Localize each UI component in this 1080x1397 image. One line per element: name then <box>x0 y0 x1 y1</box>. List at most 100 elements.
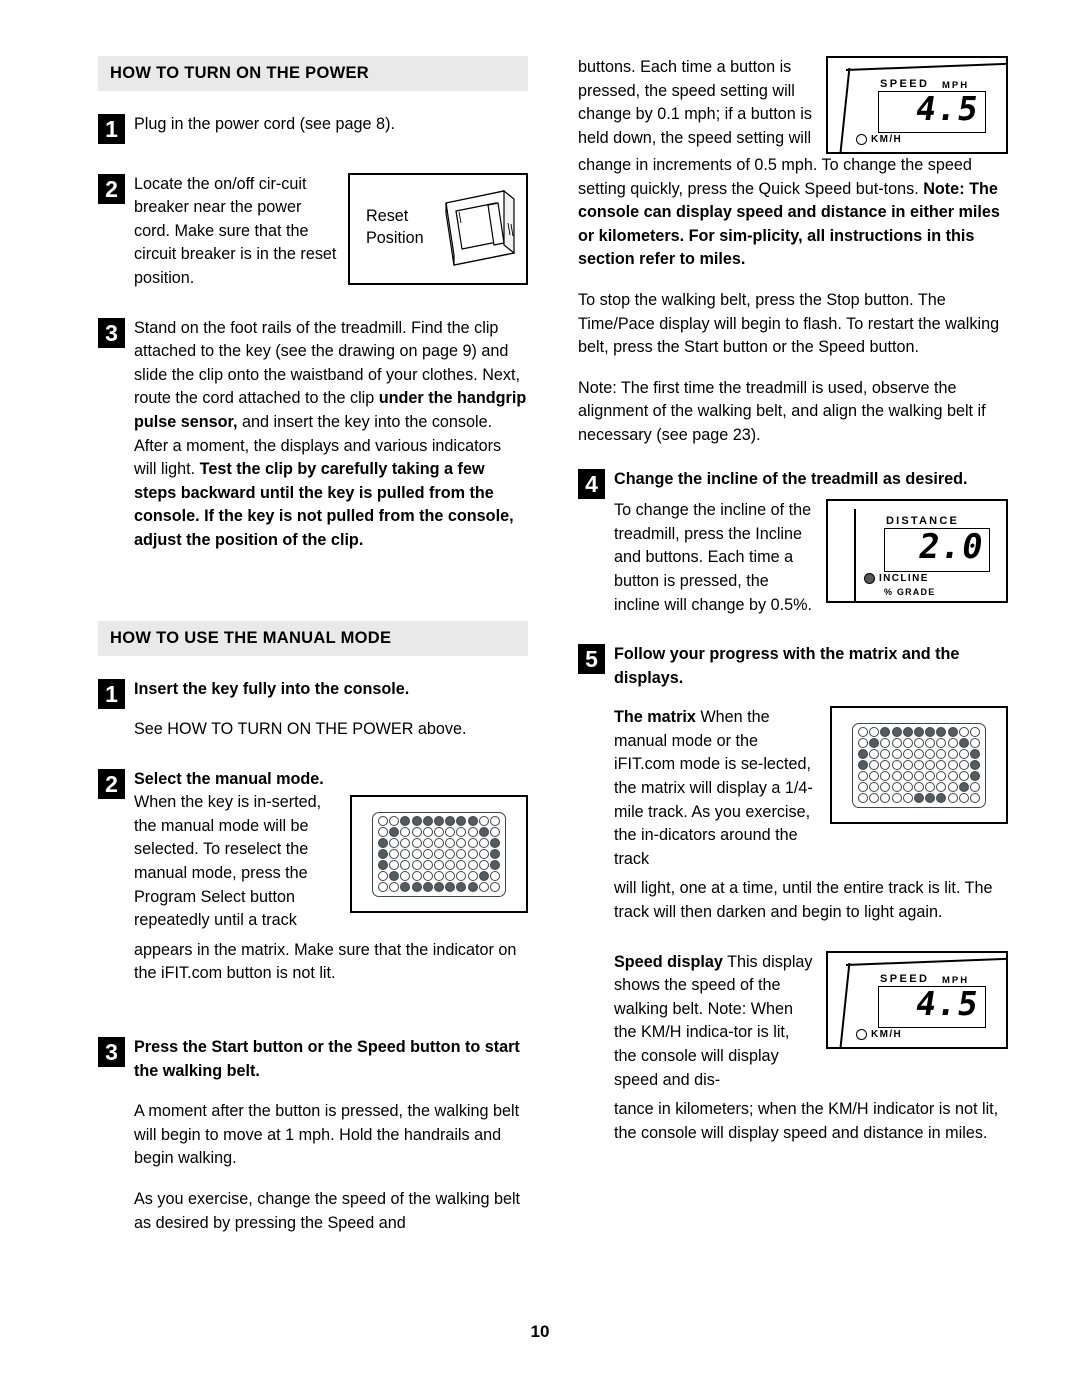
matrix-dot-lit <box>925 727 936 738</box>
matrix-dot-lit <box>378 838 389 849</box>
matrix-dot-off <box>489 871 500 882</box>
matrix-dot-off <box>936 771 947 782</box>
matrix-dot-lit <box>456 816 467 827</box>
matrix-dot-lit <box>411 882 422 893</box>
matrix-dot-lit <box>858 749 869 760</box>
panel-edge <box>839 962 851 1047</box>
matrix-dot-lit <box>914 793 924 804</box>
matrix-dot-off <box>880 793 891 804</box>
speed-lcd-window: 4.5 <box>878 89 986 133</box>
matrix-description-rest: will light, one at a time, until the ent… <box>614 879 993 922</box>
matrix-dot-lit <box>958 782 969 793</box>
matrix-dot-lit <box>969 749 980 760</box>
matrix-dot-off <box>947 782 958 793</box>
matrix-dot-off <box>467 838 478 849</box>
step-number-badge: 3 <box>98 317 125 348</box>
kmh-indicator-row: KM/H <box>856 1028 903 1040</box>
speed-display-figure-bottom: SPEED MPH 4.5 KM/H <box>826 950 1008 1049</box>
step-manual-4-title: Change the incline of the treadmill as d… <box>614 469 968 488</box>
matrix-dot-lit <box>456 882 467 893</box>
distance-lcd-window: 2.0 <box>884 527 990 573</box>
matrix-dot-off <box>456 871 467 882</box>
matrix-dot-off <box>478 816 489 827</box>
matrix-dot-off <box>914 782 924 793</box>
step-number-badge: 3 <box>98 1037 125 1068</box>
matrix-row <box>857 727 980 738</box>
matrix-dot-lit <box>489 849 500 860</box>
incline-label: INCLINE <box>879 573 929 585</box>
matrix-dot-lit <box>891 727 902 738</box>
matrix-dot-lit <box>400 816 411 827</box>
matrix-figure-full <box>350 795 528 914</box>
continued-top-block: SPEED MPH 4.5 KM/H buttons. Each time a … <box>578 56 1008 154</box>
matrix-dot-off <box>445 871 456 882</box>
matrix-dot-off <box>858 771 869 782</box>
matrix-dot-off <box>947 738 958 749</box>
matrix-dot-off <box>902 760 913 771</box>
matrix-row <box>377 816 500 827</box>
step-power-3-text: Stand on the foot rails of the treadmill… <box>134 317 528 553</box>
speed-lcd-window: 4.5 <box>878 984 986 1028</box>
step-manual-3: 3 Press the Start button or the Speed bu… <box>98 1036 528 1235</box>
matrix-dot-lit <box>958 738 969 749</box>
step-manual-5-title: Follow your progress with the matrix and… <box>614 645 960 687</box>
matrix-dot-lit <box>434 882 444 893</box>
speed-description-rest-block: tance in kilometers; when the KM/H indic… <box>578 1098 1008 1145</box>
matrix-dot-off <box>958 749 969 760</box>
speed-value: 4.5 <box>913 89 983 128</box>
step-manual-1-title: Insert the key fully into the console. <box>134 679 410 698</box>
matrix-wrap-text: When the manual mode or the iFIT.com mod… <box>614 708 813 868</box>
matrix-dot-off <box>411 871 422 882</box>
matrix-dot-off <box>456 838 467 849</box>
matrix-dot-off <box>456 860 467 871</box>
matrix-dot-off <box>411 838 422 849</box>
right-column: SPEED MPH 4.5 KM/H buttons. Each time a … <box>578 56 1008 1151</box>
matrix-dot-off <box>947 793 958 804</box>
matrix-dot-off <box>422 871 433 882</box>
matrix-dot-off <box>434 871 444 882</box>
matrix-dot-lit <box>936 727 947 738</box>
matrix-dot-off <box>902 782 913 793</box>
matrix-dot-lit <box>858 760 869 771</box>
stop-belt-paragraph: To stop the walking belt, press the Stop… <box>578 290 1000 357</box>
matrix-dot-off <box>389 849 400 860</box>
matrix-bold-lead: The matrix <box>614 708 696 727</box>
matrix-dot-off <box>378 827 389 838</box>
matrix-dot-off <box>456 849 467 860</box>
step-power-1-text: Plug in the power cord (see page 8). <box>134 115 395 133</box>
matrix-row <box>857 771 980 782</box>
matrix-dot-lit <box>445 816 456 827</box>
kmh-label: KM/H <box>871 1028 903 1040</box>
matrix-dot-off <box>958 760 969 771</box>
alignment-note-paragraph: Note: The first time the treadmill is us… <box>578 378 986 444</box>
matrix-dot-off <box>389 816 400 827</box>
matrix-dot-off <box>914 760 924 771</box>
matrix-dot-off <box>891 793 902 804</box>
matrix-dot-off <box>445 849 456 860</box>
matrix-dot-off <box>880 749 891 760</box>
matrix-dot-off <box>478 849 489 860</box>
matrix-dot-off <box>400 827 411 838</box>
reset-position-figure: Reset Position <box>348 172 528 285</box>
section-heading-manual: HOW TO USE THE MANUAL MODE <box>98 620 528 656</box>
step-manual-5: 5 Follow your progress with the matrix a… <box>578 643 1008 690</box>
matrix-dot-off <box>902 771 913 782</box>
matrix-dot-off <box>947 760 958 771</box>
matrix-dot-lit <box>914 727 924 738</box>
matrix-dot-off <box>445 827 456 838</box>
matrix-dot-off <box>467 849 478 860</box>
continued-top-rest-a: change in increments of 0.5 mph. To chan… <box>578 156 972 198</box>
step-number-badge: 1 <box>98 114 125 144</box>
dot-matrix-full <box>372 811 506 897</box>
speed-wrap-text: This display shows the speed of the walk… <box>614 952 813 1089</box>
section-heading-power: HOW TO TURN ON THE POWER <box>98 56 528 91</box>
dot-matrix-partial <box>852 722 986 808</box>
kmh-indicator-dot <box>856 1028 867 1040</box>
matrix-dot-off <box>969 793 980 804</box>
matrix-dot-off <box>400 860 411 871</box>
matrix-dot-off <box>478 882 489 893</box>
matrix-row <box>857 782 980 793</box>
matrix-dot-off <box>969 782 980 793</box>
step-number-badge: 4 <box>578 468 605 499</box>
step-power-2: 2 Reset Position Locate the on/off cir-c… <box>98 172 528 291</box>
